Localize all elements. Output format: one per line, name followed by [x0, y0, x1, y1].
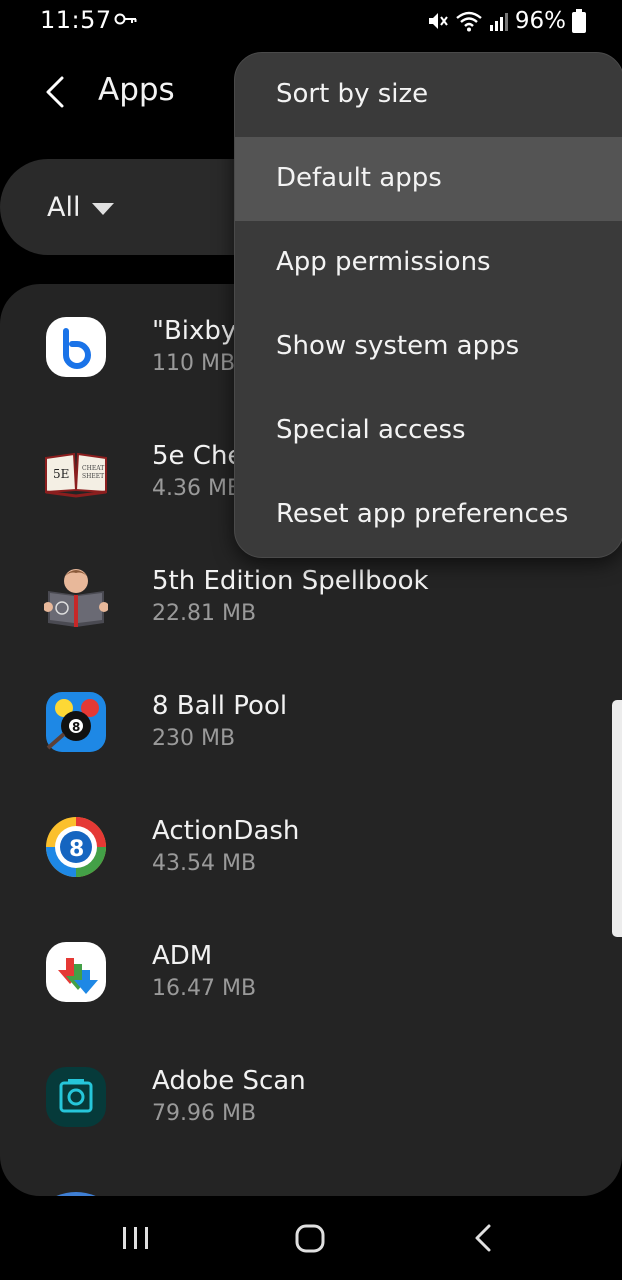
actiondash-app-icon: 8	[46, 817, 106, 877]
app-name: 8 Ball Pool	[152, 691, 288, 721]
adobe-scan-app-icon	[46, 1067, 106, 1127]
navigation-bar	[0, 1196, 622, 1280]
menu-item-label: Sort by size	[276, 79, 429, 109]
signal-icon	[489, 13, 508, 31]
battery-percent: 96%	[514, 8, 566, 34]
menu-item-app-permissions[interactable]: App permissions	[235, 221, 622, 305]
menu-item-show-system-apps[interactable]: Show system apps	[235, 305, 622, 389]
menu-item-reset-app-preferences[interactable]: Reset app preferences	[235, 473, 622, 557]
battery-icon	[572, 9, 586, 33]
app-size: 110 MB	[152, 351, 236, 376]
bixby-app-icon	[46, 317, 106, 377]
8-ball-pool-app-icon: 8	[46, 692, 106, 752]
scrollbar-thumb[interactable]	[612, 700, 622, 937]
mute-icon	[428, 13, 448, 29]
5e-cheat-sheet-app-icon: 5E CHEAT SHEET	[45, 452, 107, 498]
menu-item-label: App permissions	[276, 247, 491, 277]
app-name: Adobe Scan	[152, 1066, 306, 1096]
menu-item-special-access[interactable]: Special access	[235, 389, 622, 473]
filter-value: All	[47, 192, 81, 223]
adm-app-icon	[46, 942, 106, 1002]
menu-item-label: Reset app preferences	[276, 499, 569, 529]
overflow-menu: Sort by size Default apps App permission…	[234, 52, 622, 558]
menu-item-label: Default apps	[276, 163, 442, 193]
app-name: ADM	[152, 941, 213, 971]
menu-item-label: Show system apps	[276, 331, 520, 361]
status-bar: 11:57 96%	[0, 0, 622, 44]
app-name: ActionDash	[152, 816, 300, 846]
menu-item-default-apps[interactable]: Default apps	[235, 137, 622, 221]
list-item[interactable]: ADM 16.47 MB	[0, 909, 622, 1034]
menu-item-sort-by-size[interactable]: Sort by size	[235, 53, 622, 137]
app-name: 5th Edition Spellbook	[152, 566, 429, 596]
app-size: 79.96 MB	[152, 1101, 257, 1126]
app-name: 5e Che	[152, 441, 244, 471]
page-title: Apps	[98, 72, 175, 108]
status-icons: 96%	[427, 6, 586, 36]
status-time: 11:57	[40, 6, 112, 34]
svg-text:5E: 5E	[53, 467, 69, 481]
wifi-icon	[456, 11, 482, 32]
svg-text:CHEAT: CHEAT	[82, 465, 104, 472]
key-icon	[114, 13, 137, 25]
svg-text:SHEET: SHEET	[82, 473, 104, 480]
app-size: 4.36 MB	[152, 476, 243, 501]
dropdown-caret-icon	[92, 203, 114, 215]
app-size: 16.47 MB	[152, 976, 257, 1001]
back-icon[interactable]	[462, 1218, 506, 1258]
recents-icon[interactable]	[114, 1218, 158, 1258]
spellbook-app-icon	[44, 569, 108, 627]
list-item[interactable]: 8 8 Ball Pool 230 MB	[0, 659, 622, 784]
svg-text:8: 8	[72, 720, 80, 734]
menu-item-label: Special access	[276, 415, 466, 445]
svg-text:8: 8	[69, 837, 84, 862]
home-icon[interactable]	[288, 1218, 332, 1258]
back-arrow-icon[interactable]	[38, 72, 74, 112]
app-size: 22.81 MB	[152, 601, 257, 626]
list-item[interactable]: Adobe Scan 79.96 MB	[0, 1034, 622, 1159]
partial-app-icon	[56, 1192, 96, 1196]
list-item[interactable]: 8 ActionDash 43.54 MB	[0, 784, 622, 909]
app-size: 230 MB	[152, 726, 236, 751]
app-size: 43.54 MB	[152, 851, 257, 876]
